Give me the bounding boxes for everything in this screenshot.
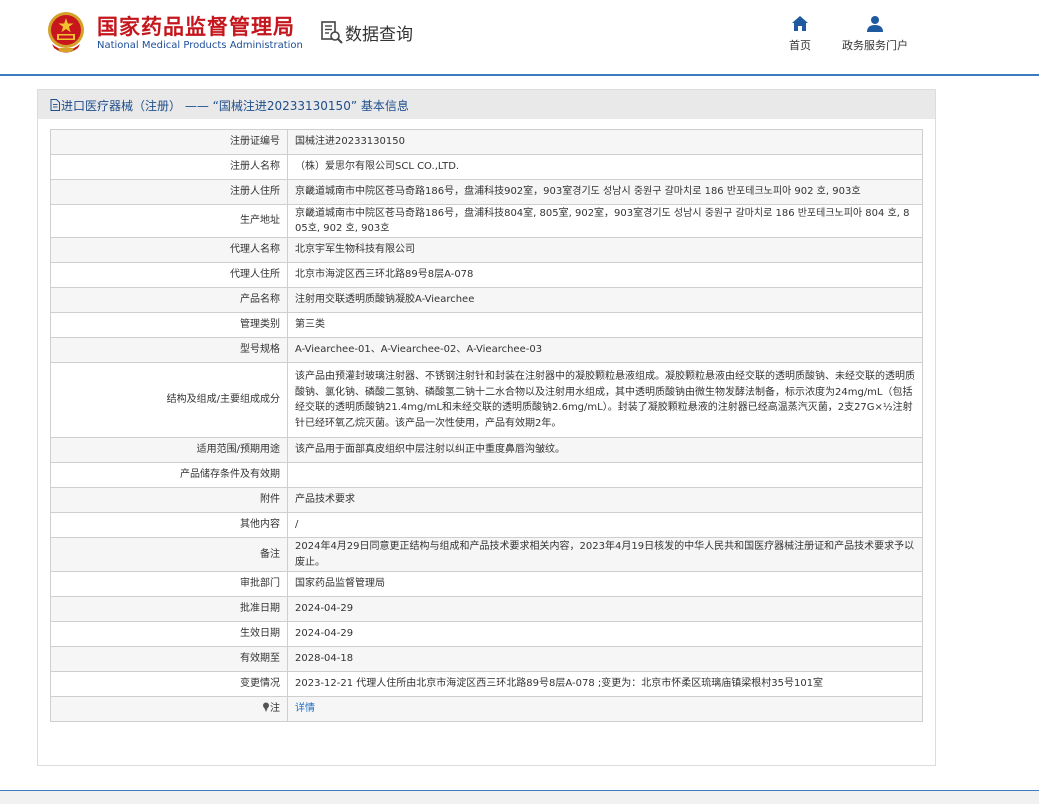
field-label: 代理人住所 <box>50 262 288 288</box>
field-value <box>287 462 923 488</box>
table-row: 代理人住所 北京市海淀区西三环北路89号8层A-078 <box>50 262 923 288</box>
table-row: 附件 产品技术要求 <box>50 487 923 513</box>
table-row: 代理人名称 北京宇军生物科技有限公司 <box>50 237 923 263</box>
record-detail-panel: 进口医疗器械（注册） —— “国械注进20233130150” 基本信息 注册证… <box>37 89 936 766</box>
home-icon <box>792 16 808 31</box>
field-label: 产品名称 <box>50 287 288 313</box>
table-row: 结构及组成/主要组成成分 该产品由预灌封玻璃注射器、不锈钢注射针和封装在注射器中的… <box>50 362 923 438</box>
field-label: 适用范围/预期用途 <box>50 437 288 463</box>
details-link[interactable]: 详情 <box>295 703 315 714</box>
field-value: 产品技术要求 <box>287 487 923 513</box>
user-icon <box>867 16 883 32</box>
field-value: / <box>287 512 923 538</box>
nav-home-label: 首页 <box>789 39 811 52</box>
field-label: 结构及组成/主要组成成分 <box>50 362 288 438</box>
panel-title-text: 进口医疗器械（注册） —— “国械注进20233130150” 基本信息 <box>61 99 409 113</box>
nav-service-portal-label: 政务服务门户 <box>842 39 908 52</box>
table-row: 审批部门 国家药品监督管理局 <box>50 571 923 597</box>
field-label: 备注 <box>50 537 288 572</box>
field-label: 产品储存条件及有效期 <box>50 462 288 488</box>
field-label: 型号规格 <box>50 337 288 363</box>
field-value: 第三类 <box>287 312 923 338</box>
field-value: A-Viearchee-01、A-Viearchee-02、A-Viearche… <box>287 337 923 363</box>
field-label: 注 <box>50 696 288 722</box>
site-header: 国家药品监督管理局 National Medical Products Admi… <box>0 0 1039 74</box>
field-value: （株）爱思尔有限公司SCL CO.,LTD. <box>287 154 923 180</box>
field-value: 国械注进20233130150 <box>287 129 923 155</box>
field-label: 附件 <box>50 487 288 513</box>
field-label: 代理人名称 <box>50 237 288 263</box>
data-query-icon <box>321 21 343 44</box>
field-value: 2023-12-21 代理人住所由北京市海淀区西三环北路89号8层A-078 ;… <box>287 671 923 697</box>
field-label: 有效期至 <box>50 646 288 672</box>
field-label: 管理类别 <box>50 312 288 338</box>
field-value: 详情 <box>287 696 923 722</box>
table-row: 批准日期 2024-04-29 <box>50 596 923 622</box>
field-value: 北京市海淀区西三环北路89号8层A-078 <box>287 262 923 288</box>
nav-service-portal[interactable]: 政务服务门户 <box>838 15 912 53</box>
field-value: 2024-04-29 <box>287 621 923 647</box>
table-row: 适用范围/预期用途 该产品用于面部真皮组织中层注射以纠正中重度鼻唇沟皱纹。 <box>50 437 923 463</box>
field-value: 2028-04-18 <box>287 646 923 672</box>
agency-name-cn[interactable]: 国家药品监督管理局 <box>97 11 295 41</box>
field-label: 生效日期 <box>50 621 288 647</box>
nav-home[interactable]: 首页 <box>785 15 815 53</box>
table-row: 型号规格 A-Viearchee-01、A-Viearchee-02、A-Viea… <box>50 337 923 363</box>
table-row: 注册人名称 （株）爱思尔有限公司SCL CO.,LTD. <box>50 154 923 180</box>
field-value: 京畿道城南市中院区苍马奇路186号，盘浦科技804室, 805室, 902室，9… <box>287 204 923 238</box>
table-row: 生效日期 2024-04-29 <box>50 621 923 647</box>
table-row: 变更情况 2023-12-21 代理人住所由北京市海淀区西三环北路89号8层A-0… <box>50 671 923 697</box>
table-row: 备注 2024年4月29日同意更正结构与组成和产品技术要求相关内容，2023年4月… <box>50 537 923 572</box>
document-icon <box>50 99 60 111</box>
field-value: 北京宇军生物科技有限公司 <box>287 237 923 263</box>
table-row: 注 详情 <box>50 696 923 722</box>
pin-icon <box>263 702 269 713</box>
field-label: 审批部门 <box>50 571 288 597</box>
field-value: 京畿道城南市中院区苍马奇路186号，盘浦科技902室，903室경기도 성남시 중… <box>287 179 923 205</box>
panel-title: 进口医疗器械（注册） —— “国械注进20233130150” 基本信息 <box>50 97 409 114</box>
field-label: 生产地址 <box>50 204 288 238</box>
table-row: 产品储存条件及有效期 <box>50 462 923 488</box>
field-label: 注册证编号 <box>50 129 288 155</box>
table-row: 其他内容 / <box>50 512 923 538</box>
agency-name-en[interactable]: National Medical Products Administration <box>97 40 303 51</box>
field-value: 2024-04-29 <box>287 596 923 622</box>
field-value: 2024年4月29日同意更正结构与组成和产品技术要求相关内容，2023年4月19… <box>287 537 923 572</box>
registration-info-table: 注册证编号 国械注进20233130150 注册人名称 （株）爱思尔有限公司SCL … <box>50 129 923 722</box>
field-value: 该产品用于面部真皮组织中层注射以纠正中重度鼻唇沟皱纹。 <box>287 437 923 463</box>
table-row: 产品名称 注射用交联透明质酸钠凝胶A-Viearchee <box>50 287 923 313</box>
panel-header: 进口医疗器械（注册） —— “国械注进20233130150” 基本信息 <box>38 90 935 119</box>
national-emblem-icon <box>48 12 84 53</box>
note-label: 注 <box>270 703 280 715</box>
field-value: 注射用交联透明质酸钠凝胶A-Viearchee <box>287 287 923 313</box>
table-row: 生产地址 京畿道城南市中院区苍马奇路186号，盘浦科技804室, 805室, 90… <box>50 204 923 238</box>
field-label: 批准日期 <box>50 596 288 622</box>
field-value: 该产品由预灌封玻璃注射器、不锈钢注射针和封装在注射器中的凝胶颗粒悬液组成。凝胶颗… <box>287 362 923 438</box>
table-row: 有效期至 2028-04-18 <box>50 646 923 672</box>
header-divider <box>0 74 1039 76</box>
page-title: 数据查询 <box>345 25 413 45</box>
field-label: 注册人住所 <box>50 179 288 205</box>
field-label: 注册人名称 <box>50 154 288 180</box>
field-label: 变更情况 <box>50 671 288 697</box>
table-row: 注册证编号 国械注进20233130150 <box>50 129 923 155</box>
field-value: 国家药品监督管理局 <box>287 571 923 597</box>
table-row: 管理类别 第三类 <box>50 312 923 338</box>
field-label: 其他内容 <box>50 512 288 538</box>
table-row: 注册人住所 京畿道城南市中院区苍马奇路186号，盘浦科技902室，903室경기도 … <box>50 179 923 205</box>
footer-strip <box>0 791 1039 804</box>
